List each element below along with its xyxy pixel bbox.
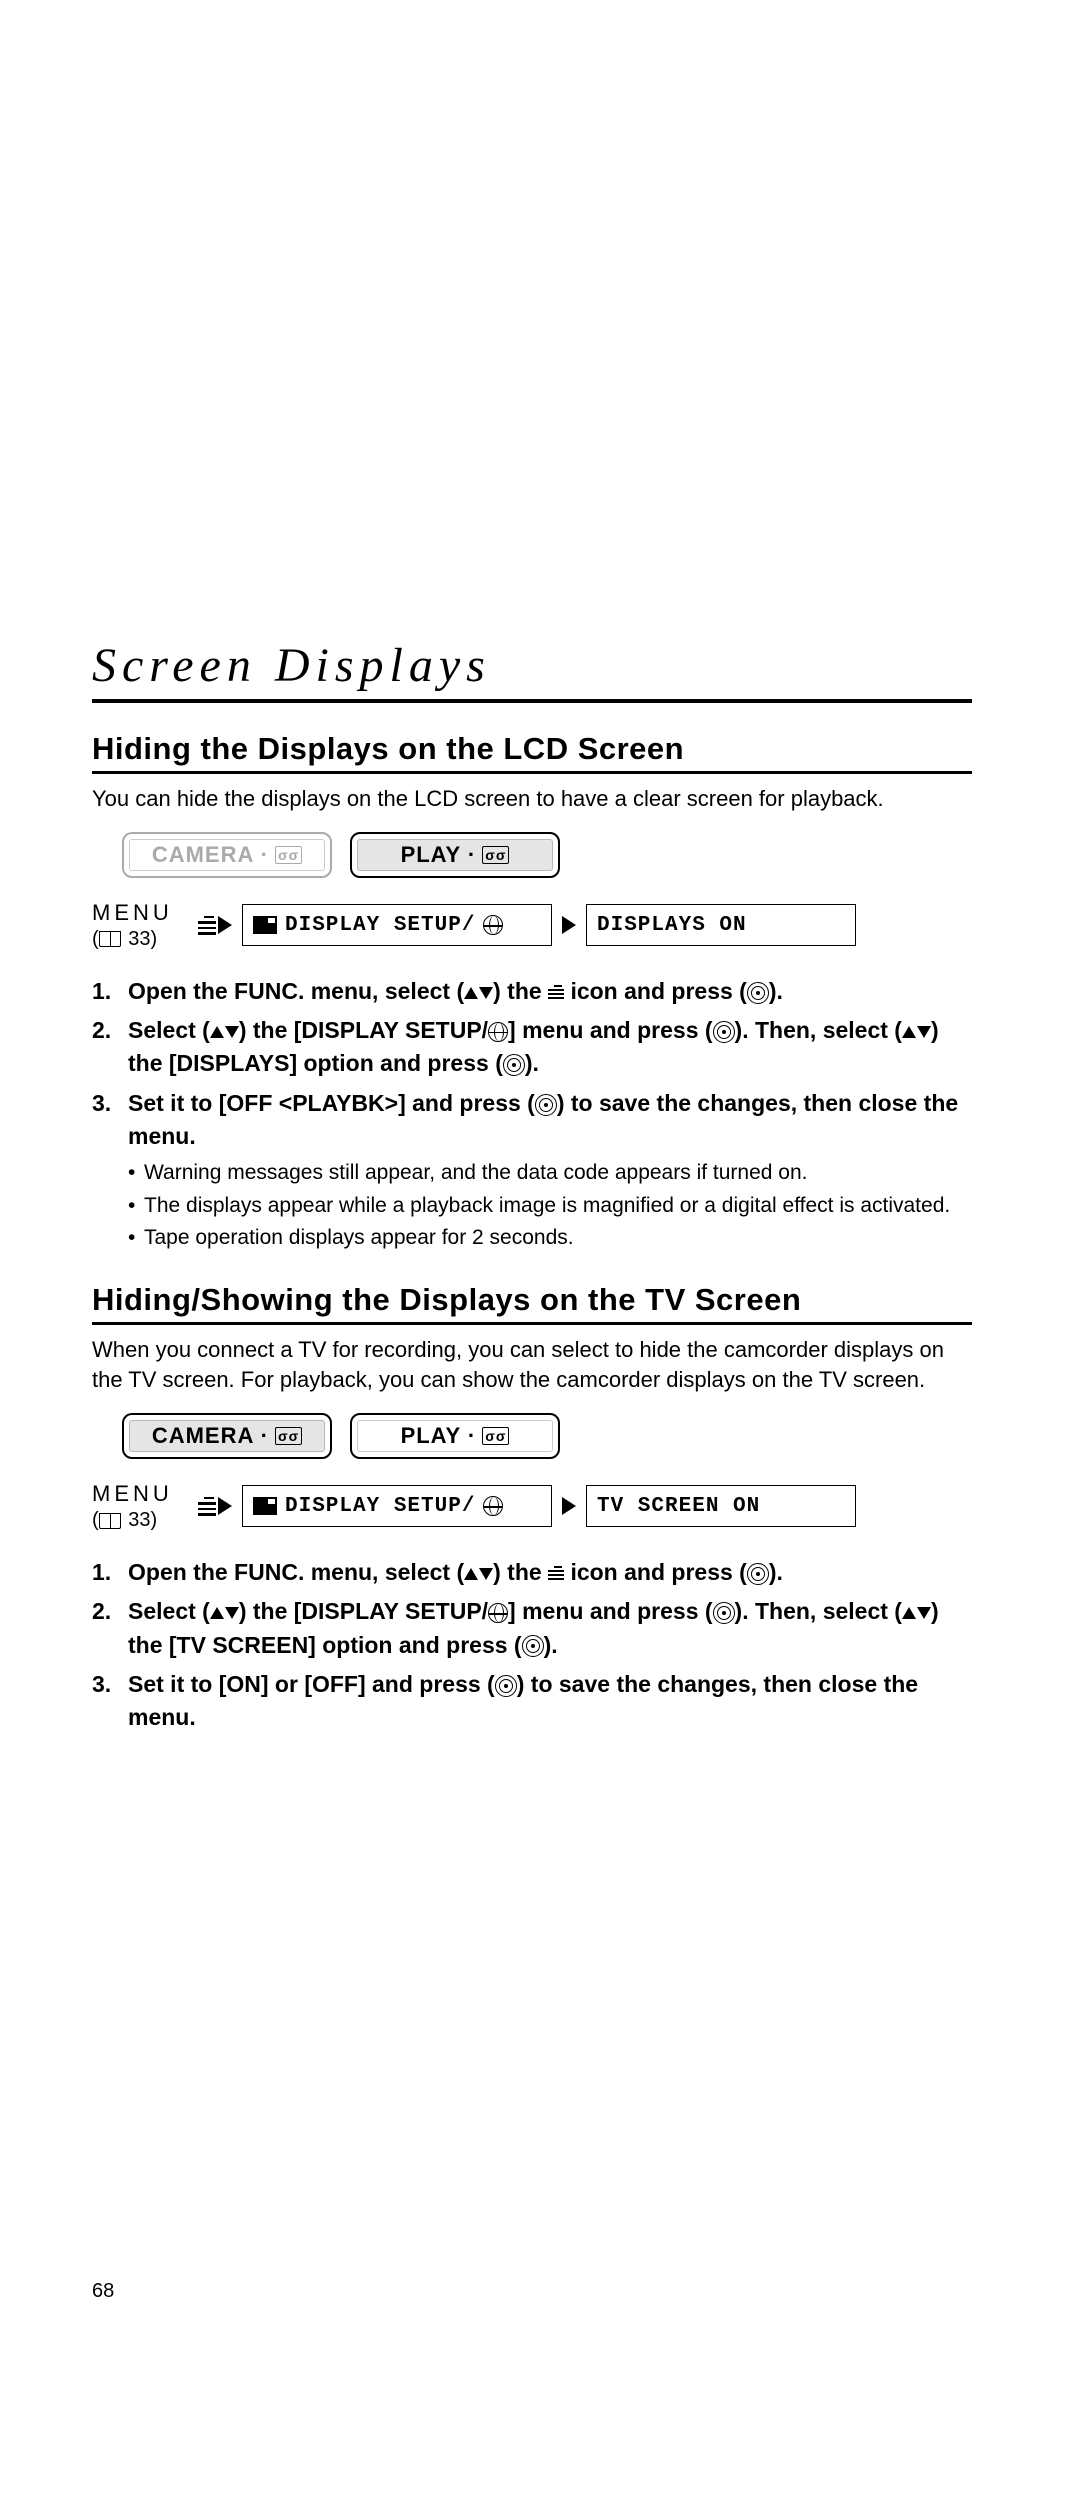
globe-icon xyxy=(483,1496,503,1516)
section-heading: Hiding the Displays on the LCD Screen xyxy=(92,731,972,767)
sub-bullets: Warning messages still appear, and the d… xyxy=(128,1159,972,1252)
mode-label: CAMERA · xyxy=(152,1423,269,1449)
chapter-title: Screen Displays xyxy=(92,638,972,693)
set-icon xyxy=(747,1563,769,1585)
steps-list: Open the FUNC. menu, select () the icon … xyxy=(92,1556,972,1735)
updown-icon xyxy=(464,987,493,999)
step-item: Open the FUNC. menu, select () the icon … xyxy=(92,1556,972,1589)
step-item: Open the FUNC. menu, select () the icon … xyxy=(92,975,972,1008)
camera-mode-button: CAMERA · σσ xyxy=(122,1413,332,1459)
mode-selector-row: CAMERA · σσ PLAY · σσ xyxy=(122,832,972,878)
arrow-right-icon xyxy=(562,1497,576,1515)
book-icon xyxy=(99,1513,121,1529)
page-number: 68 xyxy=(92,2280,114,2303)
arrow-right-icon xyxy=(218,1497,232,1515)
play-mode-button: PLAY · σσ xyxy=(350,832,560,878)
arrow-right-icon xyxy=(562,916,576,934)
updown-icon xyxy=(902,1607,931,1619)
play-mode-button: PLAY · σσ xyxy=(350,1413,560,1459)
divider xyxy=(92,771,972,774)
menu-label-block: MENU ( 33) xyxy=(92,900,180,951)
menu-word: MENU xyxy=(92,900,180,926)
menu-page-ref: ( 33) xyxy=(92,1509,180,1532)
intro-text: When you connect a TV for recording, you… xyxy=(92,1335,972,1394)
globe-icon xyxy=(483,915,503,935)
menu-box-value: TV SCREEN ON xyxy=(586,1485,856,1527)
document-page: Screen Displays Hiding the Displays on t… xyxy=(92,638,972,1765)
steps-list: Open the FUNC. menu, select () the icon … xyxy=(92,975,972,1253)
set-icon xyxy=(747,982,769,1004)
screen-icon xyxy=(253,916,277,934)
set-icon xyxy=(713,1021,735,1043)
intro-text: You can hide the displays on the LCD scr… xyxy=(92,784,972,814)
menu-label-block: MENU ( 33) xyxy=(92,1481,180,1532)
menu-nav-icon xyxy=(198,914,232,937)
tape-icon: σσ xyxy=(482,1427,509,1445)
globe-icon xyxy=(488,1022,508,1042)
updown-icon xyxy=(902,1026,931,1038)
mode-label: PLAY · xyxy=(401,842,477,868)
menu-box-value: DISPLAYS ON xyxy=(586,904,856,946)
mode-selector-row: CAMERA · σσ PLAY · σσ xyxy=(122,1413,972,1459)
menu-setup-text: DISPLAY SETUP/ xyxy=(285,1495,475,1518)
menu-value-text: DISPLAYS ON xyxy=(597,914,747,937)
set-icon xyxy=(503,1054,525,1076)
divider xyxy=(92,1322,972,1325)
updown-icon xyxy=(464,1568,493,1580)
camera-mode-button: CAMERA · σσ xyxy=(122,832,332,878)
divider xyxy=(92,699,972,703)
step-item: Set it to [OFF <PLAYBK>] and press () to… xyxy=(92,1087,972,1253)
mode-label: PLAY · xyxy=(401,1423,477,1449)
menu-value-text: TV SCREEN ON xyxy=(597,1495,760,1518)
menu-word: MENU xyxy=(92,1481,180,1507)
menu-lines-icon xyxy=(198,1495,216,1518)
globe-icon xyxy=(488,1603,508,1623)
updown-icon xyxy=(210,1607,239,1619)
screen-icon xyxy=(253,1497,277,1515)
section-heading: Hiding/Showing the Displays on the TV Sc… xyxy=(92,1282,972,1318)
menu-box-setup: DISPLAY SETUP/ xyxy=(242,1485,552,1527)
set-icon xyxy=(535,1094,557,1116)
menu-lines-icon xyxy=(198,914,216,937)
tape-icon: σσ xyxy=(275,846,302,864)
menu-path-row: MENU ( 33) DISPLAY SETUP/ DISPLAYS ON xyxy=(92,900,972,951)
tape-icon: σσ xyxy=(275,1427,302,1445)
menu-lines-icon xyxy=(548,1566,564,1582)
bullet-item: Tape operation displays appear for 2 sec… xyxy=(128,1224,972,1252)
menu-path-row: MENU ( 33) DISPLAY SETUP/ TV SCREEN ON xyxy=(92,1481,972,1532)
updown-icon xyxy=(210,1026,239,1038)
menu-box-setup: DISPLAY SETUP/ xyxy=(242,904,552,946)
bullet-item: The displays appear while a playback ima… xyxy=(128,1192,972,1220)
mode-label: CAMERA · xyxy=(152,842,269,868)
menu-nav-icon xyxy=(198,1495,232,1518)
set-icon xyxy=(495,1675,517,1697)
arrow-right-icon xyxy=(218,916,232,934)
menu-lines-icon xyxy=(548,985,564,1001)
step-item: Set it to [ON] or [OFF] and press () to … xyxy=(92,1668,972,1735)
step-item: Select () the [DISPLAY SETUP/] menu and … xyxy=(92,1595,972,1662)
menu-page-ref: ( 33) xyxy=(92,928,180,951)
set-icon xyxy=(522,1635,544,1657)
set-icon xyxy=(713,1602,735,1624)
book-icon xyxy=(99,931,121,947)
tape-icon: σσ xyxy=(482,846,509,864)
menu-setup-text: DISPLAY SETUP/ xyxy=(285,914,475,937)
step-item: Select () the [DISPLAY SETUP/] menu and … xyxy=(92,1014,972,1081)
bullet-item: Warning messages still appear, and the d… xyxy=(128,1159,972,1187)
